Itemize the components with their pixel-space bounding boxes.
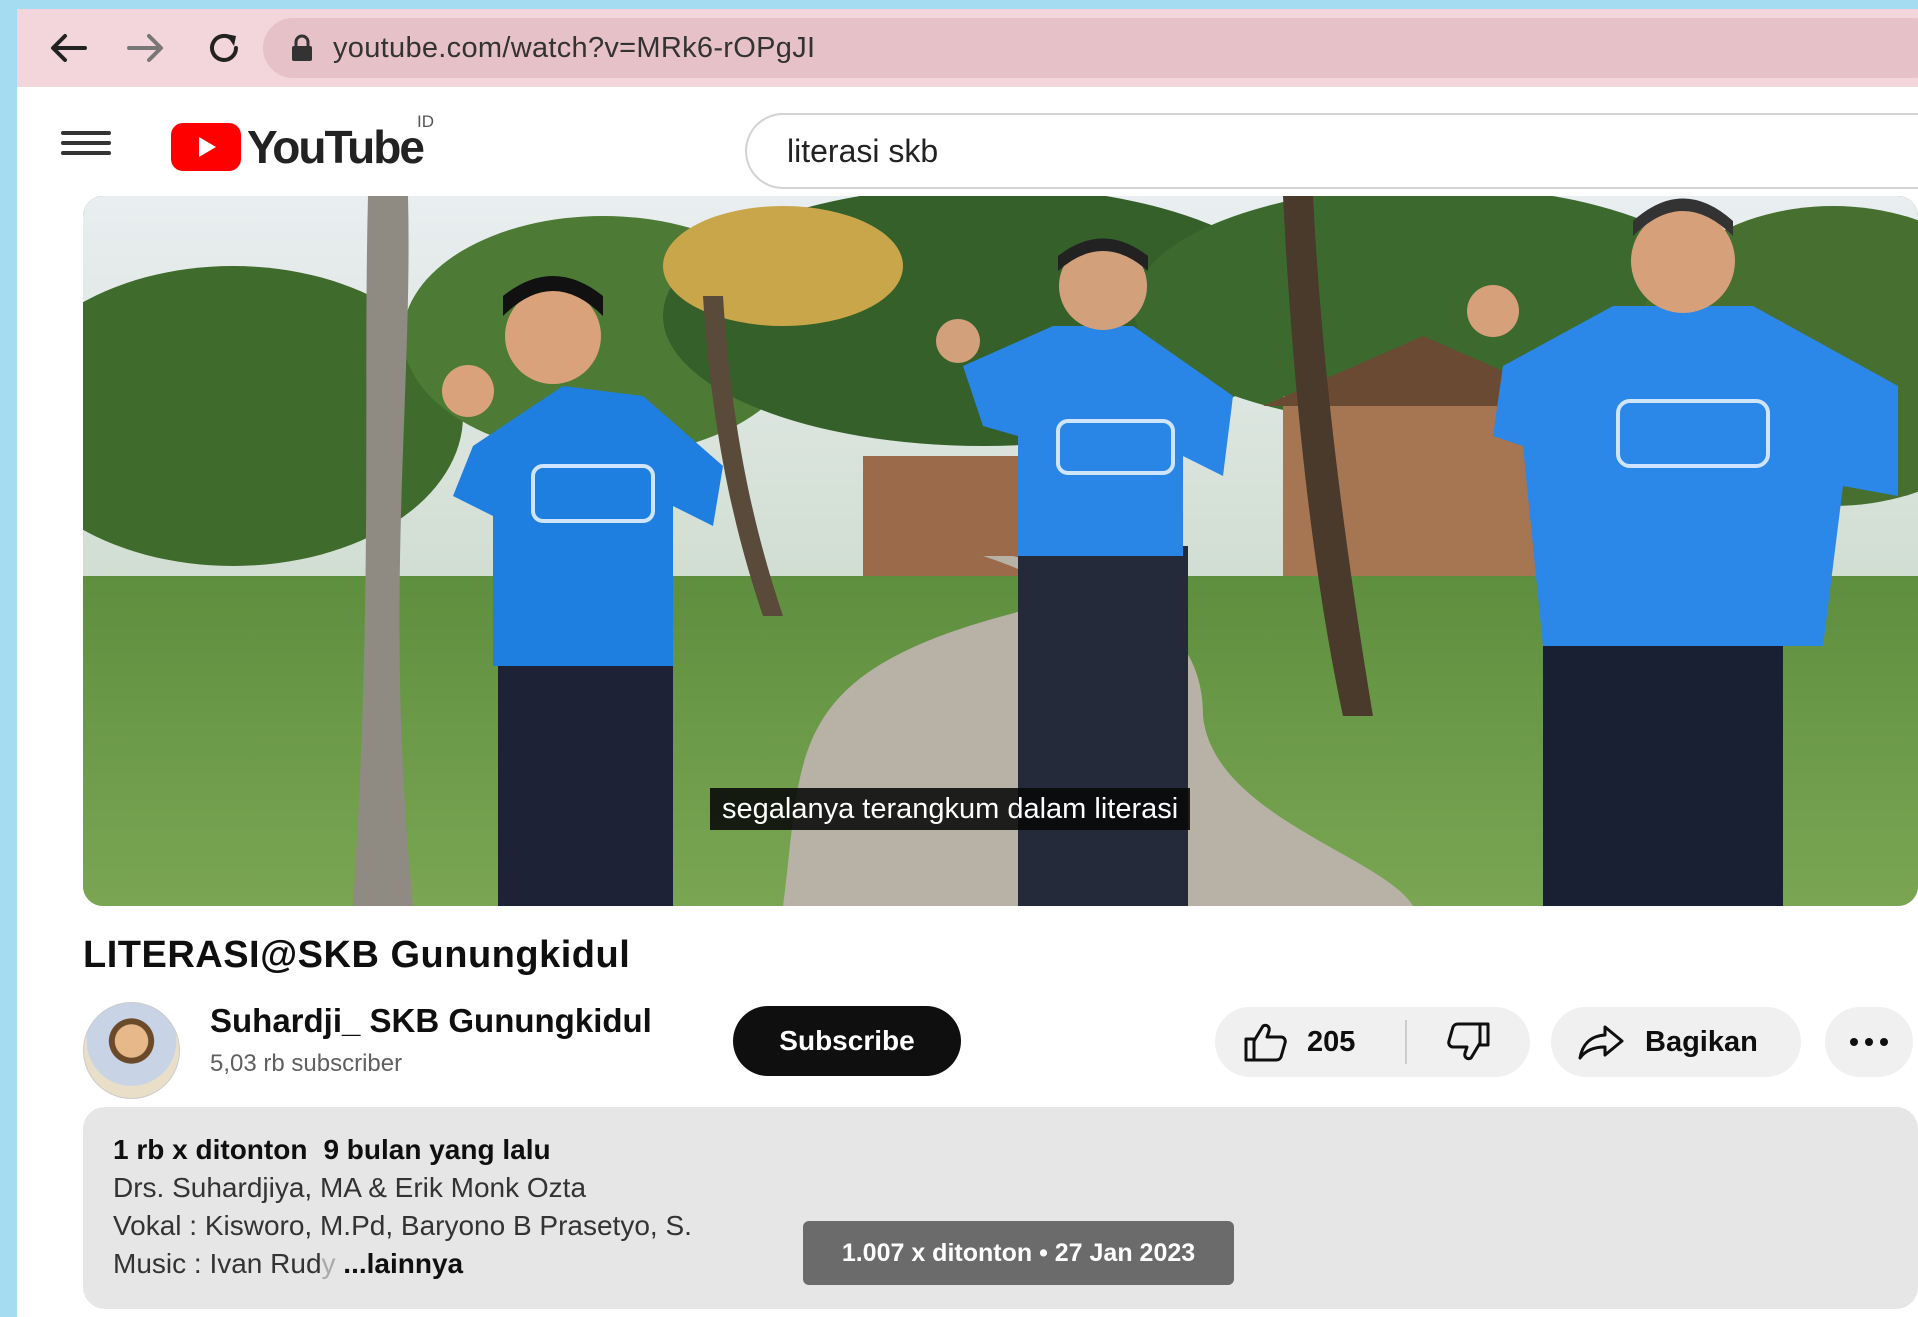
reload-button[interactable] bbox=[199, 23, 249, 73]
share-button[interactable]: Bagikan bbox=[1551, 1007, 1801, 1077]
menu-line bbox=[61, 131, 111, 135]
search-input[interactable]: literasi skb bbox=[745, 113, 1918, 189]
video-title: LITERASI@SKB Gunungkidul bbox=[83, 934, 631, 976]
video-subtitle: segalanya terangkum dalam literasi bbox=[710, 788, 1191, 830]
more-dots-icon bbox=[1850, 1038, 1888, 1046]
reload-icon bbox=[210, 33, 238, 62]
menu-line bbox=[61, 151, 111, 155]
url-text[interactable]: youtube.com/watch?v=MRk6-rOPgJI bbox=[333, 32, 815, 65]
like-count: 205 bbox=[1307, 1025, 1356, 1058]
screen-frame: youtube.com/watch?v=MRk6-rOPgJI YouTube … bbox=[17, 9, 1918, 1317]
more-actions-button[interactable] bbox=[1825, 1007, 1913, 1077]
music-credit-faded: y bbox=[321, 1248, 336, 1279]
upload-age: 9 bulan yang lalu bbox=[323, 1134, 551, 1165]
address-bar[interactable]: youtube.com/watch?v=MRk6-rOPgJI bbox=[263, 18, 1918, 78]
menu-line bbox=[61, 141, 111, 145]
music-credit: Music : Ivan Rud bbox=[113, 1248, 322, 1279]
share-label: Bagikan bbox=[1645, 1025, 1758, 1058]
forward-arrow-icon bbox=[127, 34, 163, 62]
region-code: ID bbox=[417, 112, 434, 131]
thumbs-up-icon bbox=[1244, 1023, 1287, 1062]
description-line: Drs. Suhardjiya, MA & Erik Monk Ozta bbox=[113, 1172, 587, 1203]
channel-name[interactable]: Suhardji_ SKB Gunungkidul bbox=[210, 1002, 652, 1040]
back-arrow-icon bbox=[51, 34, 87, 62]
forward-button[interactable] bbox=[121, 23, 171, 73]
lock-icon bbox=[292, 34, 312, 61]
show-more-link[interactable]: ...lainnya bbox=[336, 1248, 463, 1279]
subscriber-count: 5,03 rb subscriber bbox=[210, 1050, 403, 1077]
channel-avatar[interactable] bbox=[83, 1002, 180, 1099]
back-button[interactable] bbox=[43, 23, 93, 73]
video-player[interactable]: segalanya terangkum dalam literasi bbox=[83, 196, 1918, 906]
share-arrow-icon bbox=[1578, 1025, 1624, 1060]
thumbs-down-icon bbox=[1446, 1022, 1489, 1061]
browser-toolbar: youtube.com/watch?v=MRk6-rOPgJI bbox=[17, 9, 1918, 87]
youtube-logo[interactable]: YouTube ID bbox=[171, 112, 434, 174]
youtube-wordmark: YouTube bbox=[247, 121, 425, 173]
like-button[interactable]: 205 bbox=[1215, 1007, 1405, 1077]
youtube-header: YouTube ID literasi skb bbox=[17, 87, 1918, 205]
hamburger-menu-button[interactable] bbox=[61, 125, 111, 165]
subscribe-button[interactable]: Subscribe bbox=[733, 1006, 961, 1076]
dislike-button[interactable] bbox=[1407, 1007, 1530, 1077]
youtube-play-icon bbox=[171, 123, 241, 171]
like-dislike-group: 205 bbox=[1215, 1007, 1530, 1077]
view-count: 1 rb x ditonton bbox=[113, 1134, 308, 1165]
date-tooltip: 1.007 x ditonton • 27 Jan 2023 bbox=[803, 1221, 1234, 1285]
view-stats: 1 rb x ditonton 9 bulan yang lalu bbox=[113, 1131, 1888, 1169]
